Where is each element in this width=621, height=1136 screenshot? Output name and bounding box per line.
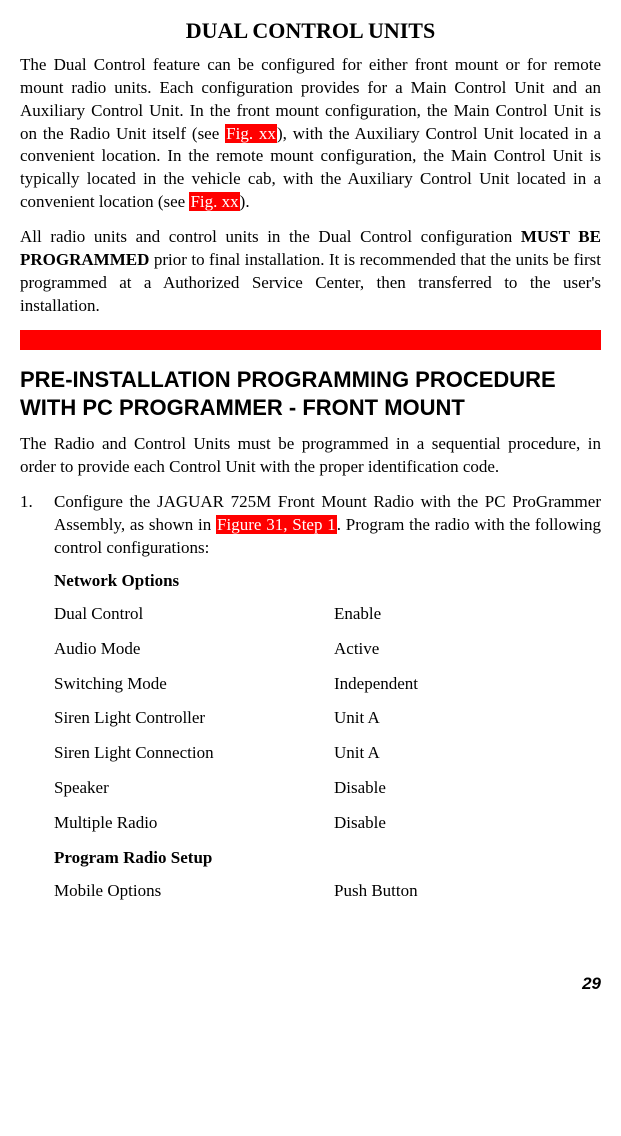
step-1: 1. Configure the JAGUAR 725M Front Mount…	[20, 491, 601, 560]
config-value: Independent	[334, 673, 601, 696]
config-value: Unit A	[334, 707, 601, 730]
config-key: Switching Mode	[54, 673, 334, 696]
config-key: Audio Mode	[54, 638, 334, 661]
red-divider-bar	[20, 330, 601, 350]
config-row: Siren Light Controller Unit A	[54, 707, 601, 730]
config-row: Mobile Options Push Button	[54, 880, 601, 903]
step-number: 1.	[20, 491, 54, 560]
config-key: Siren Light Connection	[54, 742, 334, 765]
step-body: Configure the JAGUAR 725M Front Mount Ra…	[54, 491, 601, 560]
config-value: Disable	[334, 812, 601, 835]
program-radio-setup-heading: Program Radio Setup	[54, 847, 601, 870]
config-key: Dual Control	[54, 603, 334, 626]
intro-paragraph-1: The Dual Control feature can be configur…	[20, 54, 601, 215]
config-row: Audio Mode Active	[54, 638, 601, 661]
fig-ref-highlight: Figure 31, Step 1	[216, 515, 337, 534]
network-options-heading: Network Options	[54, 570, 601, 593]
small-caps-text: AGUAR	[164, 492, 224, 511]
config-value: Enable	[334, 603, 601, 626]
config-value: Disable	[334, 777, 601, 800]
config-row: Speaker Disable	[54, 777, 601, 800]
intro-paragraph-2: All radio units and control units in the…	[20, 226, 601, 318]
config-row: Dual Control Enable	[54, 603, 601, 626]
text-segment: ).	[240, 192, 250, 211]
page-number: 29	[20, 973, 601, 996]
config-row: Multiple Radio Disable	[54, 812, 601, 835]
section-heading: PRE-INSTALLATION PROGRAMMING PROCEDURE W…	[20, 366, 601, 421]
config-value: Unit A	[334, 742, 601, 765]
config-value: Push Button	[334, 880, 601, 903]
config-row: Switching Mode Independent	[54, 673, 601, 696]
config-key: Speaker	[54, 777, 334, 800]
config-key: Multiple Radio	[54, 812, 334, 835]
config-key: Siren Light Controller	[54, 707, 334, 730]
text-segment: All radio units and control units in the…	[20, 227, 521, 246]
config-row: Siren Light Connection Unit A	[54, 742, 601, 765]
page-title: DUAL CONTROL UNITS	[20, 16, 601, 46]
config-key: Mobile Options	[54, 880, 334, 903]
text-segment: Configure the J	[54, 492, 164, 511]
config-value: Active	[334, 638, 601, 661]
fig-ref-highlight: Fig. xx	[189, 192, 239, 211]
fig-ref-highlight: Fig. xx	[225, 124, 277, 143]
section-paragraph: The Radio and Control Units must be prog…	[20, 433, 601, 479]
